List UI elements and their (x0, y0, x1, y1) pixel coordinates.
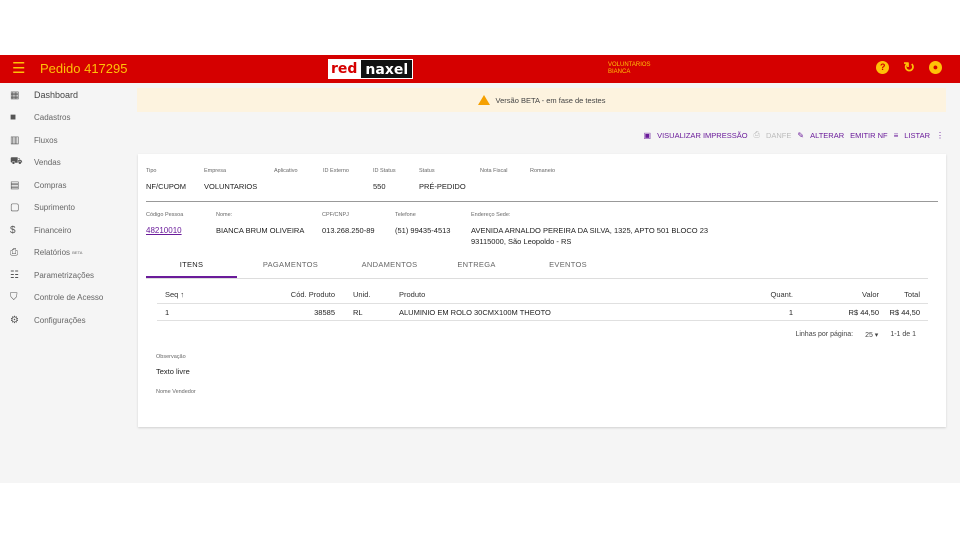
tab-eventos[interactable]: EVENTOS (518, 254, 618, 278)
tab-itens[interactable]: ITENS (146, 254, 237, 278)
danfe-button[interactable]: DANFE (766, 131, 791, 140)
sliders-icon: ☷ (10, 269, 19, 281)
field-codigo-pessoa: Código Pessoa 48210010 (146, 212, 184, 235)
field-status: Status PRÉ-PEDIDO (419, 168, 466, 191)
print-icon: ⎙ (10, 247, 18, 259)
sidebar-item-configuracoes[interactable]: ⚙ Configurações (0, 309, 132, 332)
items-table: Seq ↑ Cód. Produto Unid. Produto Quant. … (157, 286, 928, 321)
col-seq[interactable]: Seq ↑ (157, 290, 265, 299)
field-empresa: Empresa VOLUNTARIOS (204, 168, 258, 191)
listar-button[interactable]: LISTAR (904, 131, 930, 140)
observacao-text: Texto livre (156, 367, 190, 376)
dashboard-icon: ▦ (10, 89, 20, 101)
user-company[interactable]: VOLUNTARIOS BIANCA (608, 62, 651, 76)
field-cpf: CPF/CNPJ 013.268.250-89 (322, 212, 375, 235)
shield-icon: ⛉ (10, 292, 18, 304)
field-romaneio: Romaneio (530, 168, 556, 174)
pencil-icon: ✎ (797, 130, 805, 140)
alterar-button[interactable]: ALTERAR (810, 131, 844, 140)
box-icon: ▢ (10, 202, 20, 214)
gear-icon: ⚙ (10, 314, 19, 326)
building-icon: ▤ (10, 179, 20, 191)
visualizar-impressao-button[interactable]: VISUALIZAR IMPRESSÃO (657, 131, 747, 140)
page-range: 1-1 de 1 (890, 331, 916, 338)
col-cod-produto[interactable]: Cód. Produto (265, 290, 335, 299)
observacao: Observação Texto livre (156, 354, 190, 376)
sidebar-item-controle-acesso[interactable]: ⛉ Controle de Acesso (0, 287, 132, 310)
account-icon[interactable]: ● (929, 61, 942, 74)
field-id-externo: ID Externo (323, 168, 349, 174)
action-bar: ▣ VISUALIZAR IMPRESSÃO ⎙ DANFE ✎ ALTERAR… (644, 130, 944, 140)
menu-icon[interactable]: ☰ (12, 61, 25, 76)
emitir-nf-button[interactable]: EMITIR NF (850, 131, 888, 140)
col-produto[interactable]: Produto (399, 290, 727, 299)
divider (146, 201, 938, 202)
sidebar-item-parametrizacoes[interactable]: ☷ Parametrizações (0, 264, 132, 287)
col-total[interactable]: Total (879, 290, 928, 299)
sidebar-item-relatorios[interactable]: ⎙ Relatórios BETA (0, 242, 132, 265)
col-quant[interactable]: Quant. (727, 290, 793, 299)
logo: red naxel (328, 59, 414, 79)
sidebar-item-suprimento[interactable]: ▢ Suprimento (0, 197, 132, 220)
sidebar-item-financeiro[interactable]: $ Financeiro (0, 219, 132, 242)
sidebar-item-compras[interactable]: ▤ Compras (0, 174, 132, 197)
top-bar: ☰ Pedido 417295 red naxel VOLUNTARIOS BIA… (0, 55, 960, 83)
pagination: Linhas por página: 25 ▾ 1-1 de 1 (795, 331, 916, 339)
tab-andamentos[interactable]: ANDAMENTOS (344, 254, 435, 278)
codigo-pessoa-link[interactable]: 48210010 (146, 226, 183, 235)
tab-bar: ITENS PAGAMENTOS ANDAMENTOS ENTREGA EVEN… (146, 254, 928, 279)
field-aplicativo: Aplicativo (274, 168, 298, 174)
tab-entrega[interactable]: ENTREGA (435, 254, 518, 278)
field-endereco: Endereço Sede: AVENIDA ARNALDO PEREIRA D… (471, 212, 709, 246)
beta-banner: Versão BETA - em fase de testes (137, 88, 946, 112)
nome-vendedor-label: Nome Vendedor (156, 389, 196, 395)
columns-icon: ▥ (10, 134, 20, 146)
col-unid[interactable]: Unid. (335, 290, 399, 299)
sidebar-item-vendas[interactable]: ⛟ Vendas (0, 152, 132, 175)
field-nota-fiscal: Nota Fiscal (480, 168, 508, 174)
sidebar: ▦ Dashboard ■ Cadastros ▥ Fluxos ⛟ Vendas ▤ C… (0, 84, 132, 332)
sidebar-item-fluxos[interactable]: ▥ Fluxos (0, 129, 132, 152)
sidebar-item-dashboard[interactable]: ▦ Dashboard (0, 84, 132, 107)
dollar-icon: $ (10, 224, 16, 236)
field-tipo: Tipo NF/CUPOM (146, 168, 186, 191)
image-icon: ▣ (643, 130, 652, 140)
folder-icon: ■ (10, 112, 17, 124)
tab-pagamentos[interactable]: PAGAMENTOS (237, 254, 344, 278)
sidebar-item-cadastros[interactable]: ■ Cadastros (0, 107, 132, 130)
more-vert-icon[interactable]: ⋮ (936, 131, 944, 140)
field-nome: Nome: BIANCA BRUM OLIVEIRA (216, 212, 305, 235)
col-valor[interactable]: Valor (793, 290, 879, 299)
refresh-icon[interactable]: ↻ (903, 60, 915, 74)
table-row[interactable]: 1 38585 RL ALUMINIO EM ROLO 30CMX100M TH… (157, 304, 928, 321)
cart-icon: ⛟ (10, 156, 23, 168)
help-icon[interactable]: ? (876, 61, 890, 74)
page-title: Pedido 417295 (40, 61, 128, 76)
list-icon: ≡ (893, 130, 899, 140)
field-id-status: ID Status 550 (373, 168, 396, 191)
order-card: Tipo NF/CUPOM Empresa VOLUNTARIOS Aplica… (138, 154, 946, 427)
warning-icon (477, 95, 490, 105)
field-telefone: Telefone (51) 99435-4513 (395, 212, 451, 235)
printer-icon: ⎙ (753, 130, 760, 139)
rows-per-page-select[interactable]: 25 ▾ (865, 331, 878, 339)
table-header: Seq ↑ Cód. Produto Unid. Produto Quant. … (157, 286, 928, 304)
